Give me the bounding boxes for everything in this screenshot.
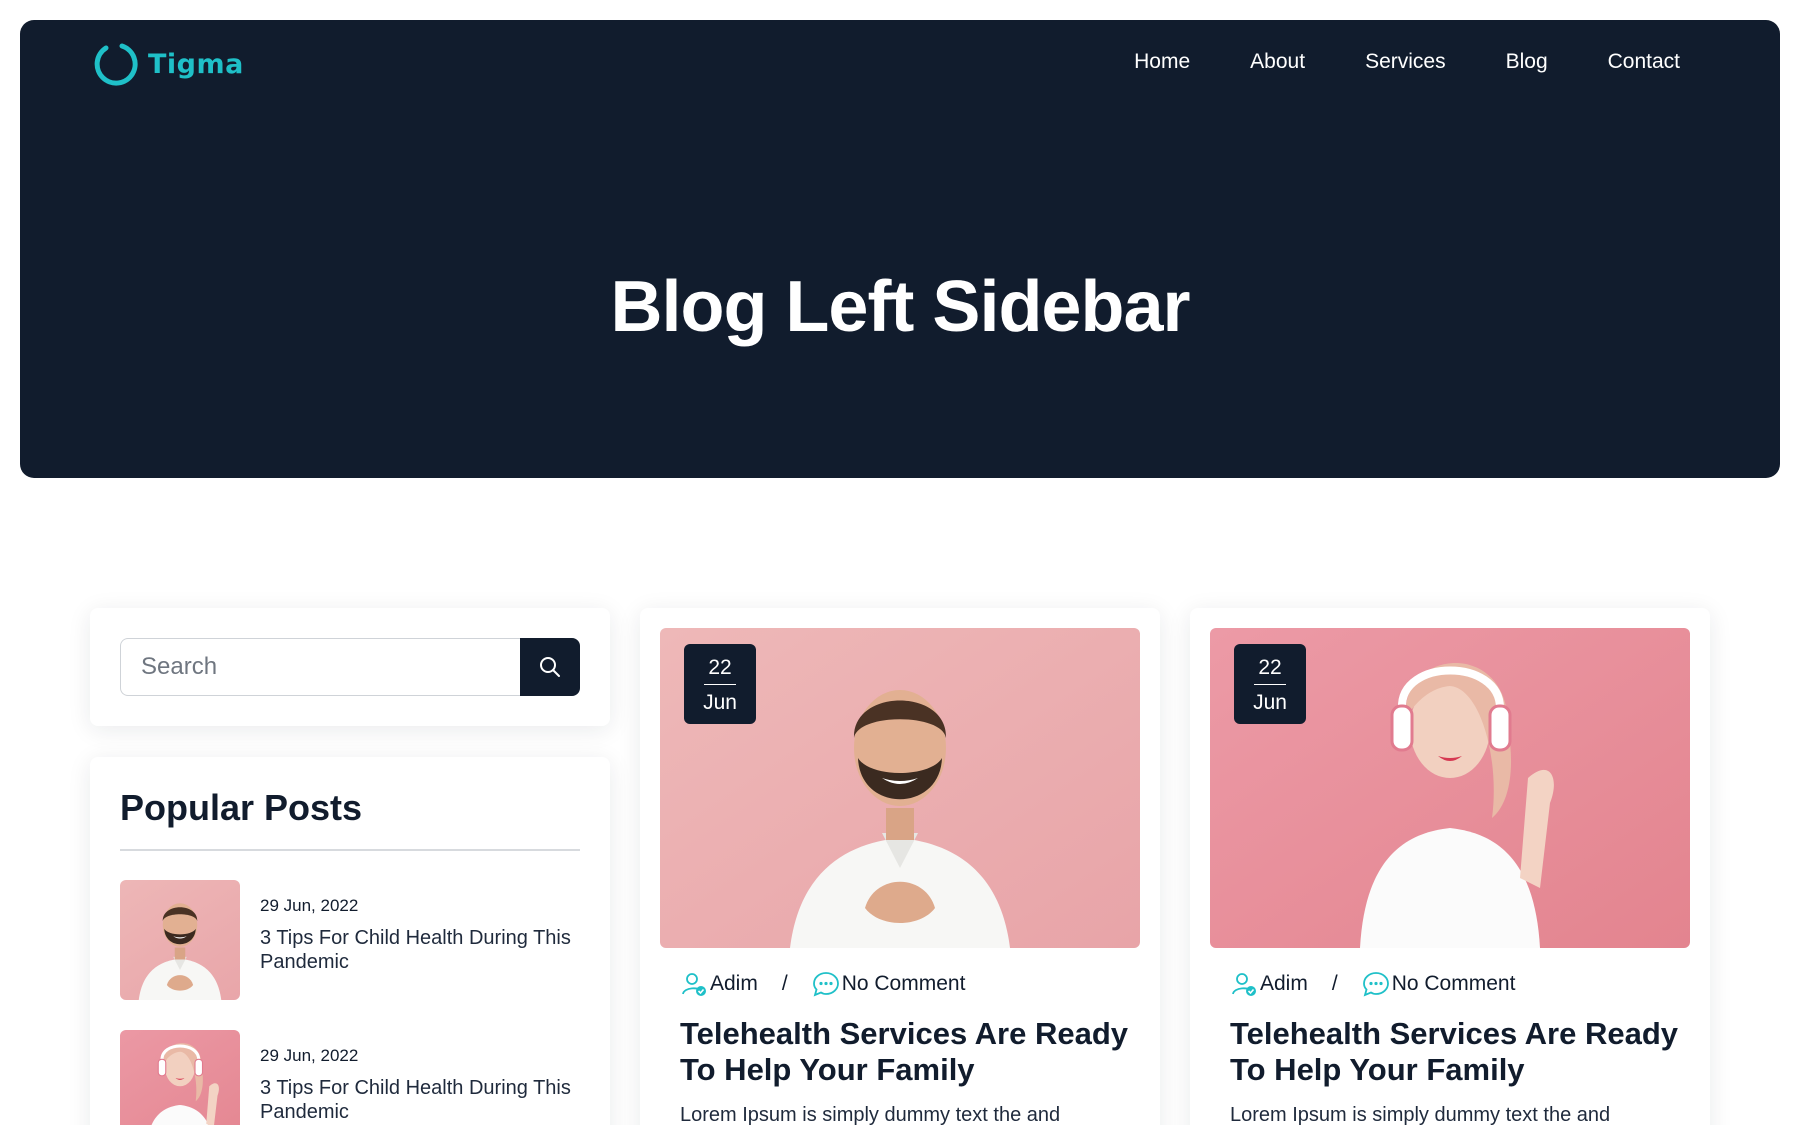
nav-home[interactable]: Home [1134,50,1190,74]
nav-about[interactable]: About [1250,50,1305,74]
comment-icon [1362,972,1389,997]
date-divider [704,684,736,685]
post-meta: Adim / No Comment [680,970,965,998]
logo-ring-icon [94,43,138,86]
search-widget [90,608,610,726]
date-day: 22 [1258,656,1282,679]
date-day: 22 [708,656,732,679]
post-thumbnail[interactable] [120,1030,240,1125]
post-title[interactable]: 3 Tips For Child Health During This Pand… [260,1076,580,1124]
popular-posts-title: Popular Posts [120,787,363,828]
popular-post-item[interactable]: 29 Jun, 2022 3 Tips For Child Health Dur… [120,1030,580,1125]
brand-name: Tigma [148,48,244,80]
post-title[interactable]: Telehealth Services Are Ready To Help Yo… [680,1016,1130,1088]
search-icon [540,657,560,677]
popular-post-item[interactable]: 29 Jun, 2022 3 Tips For Child Health Dur… [120,880,580,1000]
comment-icon [812,972,839,997]
post-date: 29 Jun, 2022 [260,896,359,915]
post-date: 29 Jun, 2022 [260,1046,359,1065]
blog-post-card: 22 Jun Adim / No Comment Telehealth Serv… [640,608,1160,1125]
post-image[interactable]: 22 Jun [1210,628,1690,948]
post-meta: Adim / No Comment [1230,970,1515,998]
date-month: Jun [703,691,737,714]
blog-post-card: 22 Jun Adim / No Comment Telehealth Serv… [1190,608,1710,1125]
post-image[interactable]: 22 Jun [660,628,1140,948]
popular-posts-widget: Popular Posts 29 Jun, 2022 3 Tips For Ch… [90,757,610,1125]
nav-contact[interactable]: Contact [1608,50,1680,74]
divider [120,849,580,851]
date-badge: 22 Jun [684,644,756,724]
user-icon [1232,973,1256,996]
search-input[interactable] [120,638,520,696]
main-nav: Home About Services Blog Contact [1134,50,1680,74]
post-thumbnail[interactable] [120,880,240,1000]
meta-separator: / [781,972,788,995]
post-excerpt: Lorem Ipsum is simply dummy text the and [1230,1104,1611,1125]
post-title[interactable]: Telehealth Services Are Ready To Help Yo… [1230,1016,1680,1088]
date-divider [1254,684,1286,685]
post-excerpt: Lorem Ipsum is simply dummy text the and [680,1104,1061,1125]
page-title: Blog Left Sidebar [610,267,1190,347]
meta-separator: / [1331,972,1338,995]
logo[interactable]: Tigma [92,40,244,88]
post-author[interactable]: Adim [1260,972,1308,996]
post-comments[interactable]: No Comment [842,972,966,996]
post-author[interactable]: Adim [710,972,758,996]
search-button[interactable] [520,638,580,696]
nav-services[interactable]: Services [1365,50,1446,74]
date-month: Jun [1253,691,1287,714]
nav-blog[interactable]: Blog [1506,50,1548,74]
hero-banner: Tigma Home About Services Blog Contact B… [20,20,1780,478]
user-icon [682,973,706,996]
post-comments[interactable]: No Comment [1392,972,1516,996]
post-title[interactable]: 3 Tips For Child Health During This Pand… [260,926,580,974]
date-badge: 22 Jun [1234,644,1306,724]
